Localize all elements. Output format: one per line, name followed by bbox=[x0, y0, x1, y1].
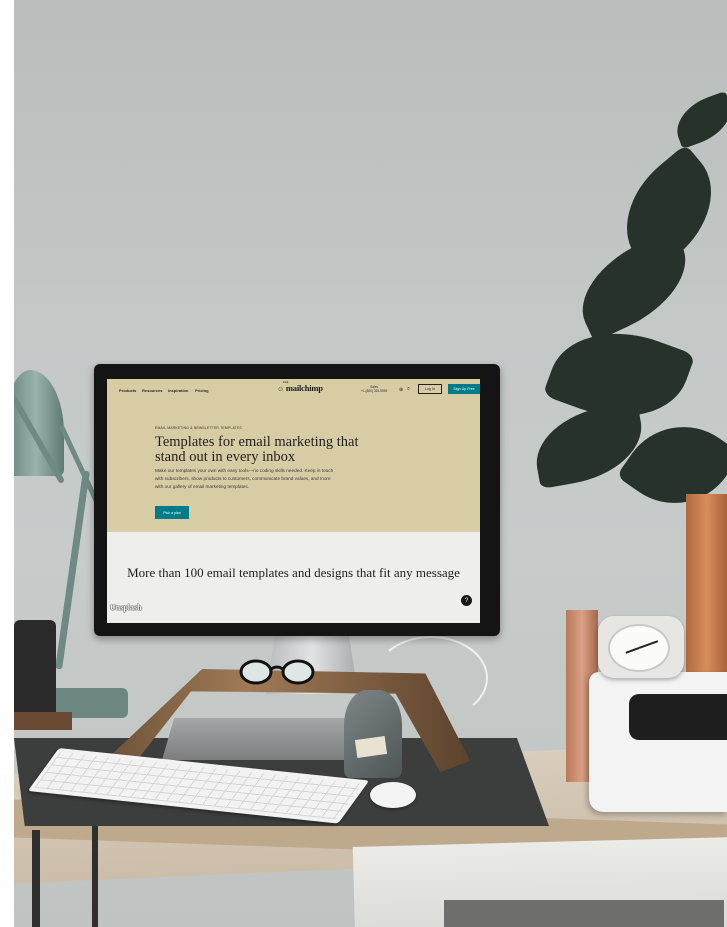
lamp-arm bbox=[55, 470, 90, 670]
logo-text: mailchimp bbox=[285, 383, 323, 393]
hero-description: Make our templates your own with easy to… bbox=[155, 468, 334, 489]
desk-lamp-shade bbox=[14, 370, 64, 476]
site-nav: Products Resources Inspiration Pricing i… bbox=[107, 379, 480, 401]
mouse bbox=[370, 782, 416, 808]
hero-eyebrow: EMAIL MARKETING & NEWSLETTER TEMPLATES bbox=[155, 426, 242, 430]
foreground-print bbox=[444, 900, 724, 927]
pick-plan-button: Pick a plan bbox=[155, 506, 189, 519]
phone bbox=[14, 620, 56, 720]
lavender-sachet bbox=[344, 690, 402, 778]
printer-panel bbox=[629, 694, 727, 740]
signup-button: Sign Up Free bbox=[448, 384, 480, 394]
hero-title: Templates for email marketing that stand… bbox=[155, 434, 359, 465]
closed-laptop bbox=[162, 718, 364, 760]
templates-section-title: More than 100 email templates and design… bbox=[127, 565, 460, 580]
desk-photo: Products Resources Inspiration Pricing i… bbox=[14, 0, 727, 927]
phone-dock bbox=[14, 712, 72, 730]
eyeglasses bbox=[239, 659, 315, 685]
monitor: Products Resources Inspiration Pricing i… bbox=[94, 364, 500, 636]
chimp-icon: ☺ bbox=[277, 386, 284, 393]
plant-leaf bbox=[668, 90, 727, 150]
plant-pot bbox=[686, 494, 727, 676]
nav-inspiration: Inspiration bbox=[168, 388, 189, 393]
alarm-clock bbox=[598, 616, 684, 678]
clock-hour-hand bbox=[625, 647, 640, 654]
unsplash-watermark: Unsplash bbox=[110, 603, 142, 612]
intuit-label: intuit bbox=[283, 380, 289, 384]
login-button: Log In bbox=[418, 384, 442, 394]
table-leg bbox=[92, 820, 98, 927]
table-leg bbox=[32, 830, 40, 927]
globe-icon: ⊕ bbox=[399, 387, 404, 393]
help-button: ? bbox=[461, 595, 472, 606]
sachet-tag bbox=[354, 736, 388, 758]
sales-phone: +1 (800) 315-5939 bbox=[361, 389, 388, 393]
nav-pricing: Pricing bbox=[195, 388, 209, 393]
nav-resources: Resources bbox=[142, 388, 163, 393]
nav-products: Products bbox=[119, 388, 137, 393]
mailchimp-logo: intuit ☺ mailchimp bbox=[277, 380, 323, 393]
clock-minute-hand bbox=[638, 640, 659, 649]
clock-face bbox=[608, 624, 670, 672]
search-icon: ⌕ bbox=[407, 386, 411, 392]
monitor-screen: Products Resources Inspiration Pricing i… bbox=[107, 379, 480, 623]
printer bbox=[589, 672, 727, 812]
sales-contact: Sales +1 (800) 315-5939 bbox=[361, 385, 387, 393]
